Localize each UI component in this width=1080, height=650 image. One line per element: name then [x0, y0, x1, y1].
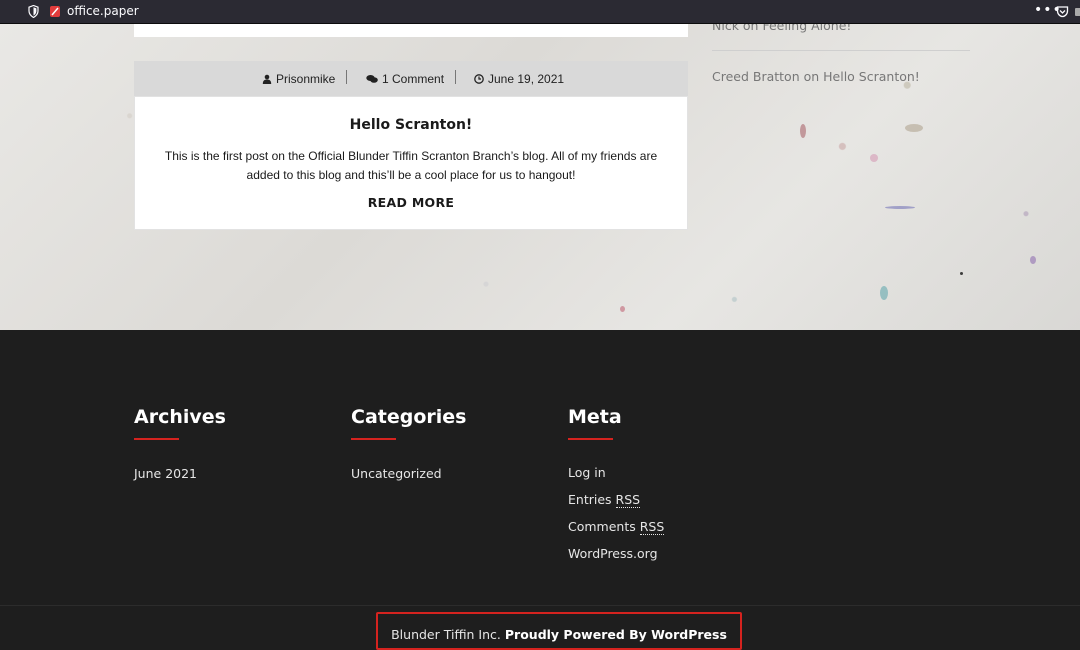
address-text[interactable]: office.paper — [67, 4, 139, 18]
sidebar-divider — [712, 50, 970, 51]
post-author[interactable]: Prisonmike — [262, 72, 335, 86]
pocket-icon[interactable] — [1056, 5, 1069, 18]
post-card: Hello Scranton! This is the first post o… — [134, 96, 688, 230]
log-in-text[interactable]: Log in — [568, 465, 606, 480]
entries-rss-link[interactable]: Entries RSS — [568, 492, 664, 520]
company-name: Blunder Tiffin Inc. — [391, 627, 501, 642]
recent-comment-item[interactable]: Nick on Feeling Alone! — [712, 24, 962, 33]
post-excerpt: This is the first post on the Official B… — [164, 149, 658, 182]
user-icon — [262, 74, 272, 84]
wordpress-org-link[interactable]: WordPress.org — [568, 547, 664, 574]
date-text[interactable]: June 19, 2021 — [488, 72, 564, 86]
footer-credit-bar: Blunder Tiffin Inc. Proudly Powered By W… — [0, 605, 1080, 650]
comments-icon — [366, 75, 378, 83]
author-name[interactable]: Prisonmike — [276, 72, 335, 86]
post-date[interactable]: June 19, 2021 — [474, 72, 564, 86]
powered-by-link[interactable]: Proudly Powered By WordPress — [505, 627, 727, 642]
shield-icon[interactable] — [28, 5, 39, 18]
post-comments-link[interactable]: 1 Comment — [366, 72, 444, 86]
previous-post-card — [134, 24, 688, 37]
recent-comment-item[interactable]: Creed Bratton on Hello Scranton! — [712, 69, 962, 84]
title-underline — [568, 438, 613, 440]
meta-widget: Meta Log in Entries RSS Comments RSS Wor… — [568, 406, 665, 574]
comments-text[interactable]: Comments — [568, 519, 640, 534]
read-more-link[interactable]: READ MORE — [135, 195, 687, 210]
meta-separator — [455, 70, 456, 84]
widget-title: Meta — [568, 406, 622, 428]
entries-text[interactable]: Entries — [568, 492, 616, 507]
credit-highlight-box: Blunder Tiffin Inc. Proudly Powered By W… — [376, 612, 742, 650]
rss-abbr[interactable]: RSS — [639, 519, 665, 535]
footer-credit: Blunder Tiffin Inc. Proudly Powered By W… — [378, 627, 740, 642]
site-footer: Archives June 2021 Categories Uncategori… — [0, 330, 1080, 605]
log-in-link[interactable]: Log in — [568, 466, 664, 493]
comments-rss-link[interactable]: Comments RSS — [568, 519, 665, 547]
categories-widget: Categories Uncategorized — [351, 406, 466, 494]
post-meta-bar: Prisonmike 1 Comment June 19, 2021 — [134, 61, 688, 96]
rss-abbr[interactable]: RSS — [615, 492, 641, 508]
archives-widget: Archives June 2021 — [134, 406, 226, 494]
content-area: Nick on Feeling Alone! Creed Bratton on … — [0, 24, 1080, 330]
post-title[interactable]: Hello Scranton! — [135, 117, 687, 133]
widget-title: Archives — [134, 406, 226, 428]
title-underline — [351, 438, 396, 440]
widget-title: Categories — [351, 406, 467, 428]
site-favicon-icon — [50, 6, 60, 17]
title-underline — [134, 438, 179, 440]
comments-count[interactable]: 1 Comment — [382, 72, 444, 86]
browser-url-bar[interactable]: office.paper ••• — [0, 0, 1080, 24]
meta-separator — [346, 70, 347, 84]
wordpress-text[interactable]: WordPress.org — [568, 546, 658, 561]
category-link[interactable]: Uncategorized — [351, 467, 466, 494]
clock-icon — [474, 74, 484, 84]
extension-icon-edge[interactable] — [1075, 8, 1080, 16]
archive-link[interactable]: June 2021 — [134, 467, 226, 494]
